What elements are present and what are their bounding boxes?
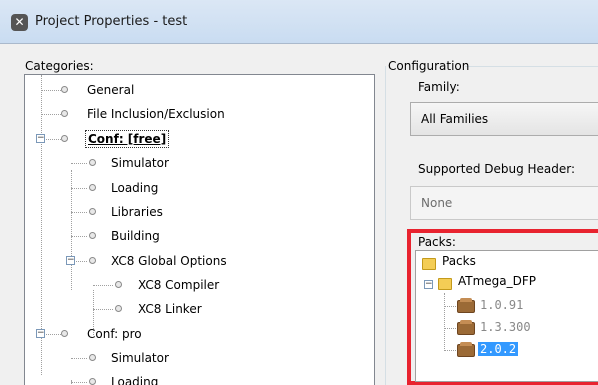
tree-item-xc8-linker[interactable]: XC8 Linker [25, 299, 365, 319]
window-title: Project Properties - test [35, 14, 188, 29]
tree-connector [71, 163, 87, 164]
debug-header-dropdown[interactable]: None [410, 186, 598, 220]
tree-item-label: XC8 Global Options [111, 254, 227, 268]
tree-connector [71, 188, 87, 189]
tree-item-general[interactable]: General [25, 80, 365, 100]
family-dropdown[interactable]: All Families [410, 102, 598, 136]
categories-label: Categories: [25, 59, 94, 73]
tree-connector [444, 306, 456, 307]
pack-version-3[interactable]: 2.0.2 [478, 342, 519, 356]
tree-item-file-inclusion[interactable]: File Inclusion/Exclusion [25, 104, 365, 124]
configuration-group-label: Configuration [388, 59, 470, 73]
tree-connector [41, 90, 61, 91]
bullet-icon [89, 232, 96, 239]
tree-item-label: XC8 Linker [138, 302, 202, 316]
collapse-icon[interactable]: − [36, 134, 45, 143]
bullet-icon [89, 159, 96, 166]
tree-connector [93, 309, 113, 310]
packs-root-label[interactable]: Packs [442, 254, 476, 268]
dialog-body: Categories: General File Inclusion/Exclu… [0, 45, 598, 385]
tree-item-libraries[interactable]: Libraries [25, 202, 365, 222]
tree-item-loading[interactable]: Loading [25, 178, 365, 198]
bullet-icon [89, 257, 96, 264]
tree-item-label: General [87, 83, 135, 97]
tree-item-loading-pro[interactable]: Loading [25, 372, 365, 385]
packs-tree[interactable]: Packs − ATmega_DFP 1.0.91 1.3.300 2.0.2 [415, 250, 598, 382]
tree-connector [41, 114, 61, 115]
tree-item-simulator-pro[interactable]: Simulator [25, 348, 365, 368]
tree-item-xc8-compiler[interactable]: XC8 Compiler [25, 275, 365, 295]
folder-icon [422, 258, 436, 270]
tree-connector [46, 139, 61, 140]
pack-version-1[interactable]: 1.0.91 [480, 298, 523, 312]
group-border [385, 66, 386, 385]
tree-item-conf-pro[interactable]: − Conf: pro [25, 324, 365, 344]
tree-item-building[interactable]: Building [25, 226, 365, 246]
bullet-icon [61, 110, 68, 117]
tree-connector [93, 285, 113, 286]
tree-item-xc8-global-options[interactable]: − XC8 Global Options [25, 251, 365, 271]
tree-item-label: Conf: [free] [85, 130, 170, 148]
tree-item-label: Simulator [111, 351, 169, 365]
tree-item-label: Loading [111, 375, 159, 385]
collapse-icon[interactable]: − [66, 256, 75, 265]
bullet-icon [89, 184, 96, 191]
tree-connector [444, 350, 456, 351]
tree-connector [76, 261, 87, 262]
tree-item-label: XC8 Compiler [138, 278, 220, 292]
debug-header-label: Supported Debug Header: [418, 162, 576, 176]
tree-item-label: Conf: pro [87, 327, 142, 341]
tree-item-label: Building [111, 229, 160, 243]
bullet-icon [61, 135, 68, 142]
pack-name-label[interactable]: ATmega_DFP [458, 274, 536, 288]
tree-item-simulator[interactable]: Simulator [25, 153, 365, 173]
tree-item-label: Simulator [111, 156, 169, 170]
tree-item-label: Loading [111, 181, 159, 195]
package-icon [457, 320, 475, 335]
package-icon [457, 298, 475, 313]
tree-connector [46, 334, 61, 335]
tree-connector [71, 358, 87, 359]
tree-connector [71, 382, 87, 383]
bullet-icon [115, 305, 122, 312]
folder-icon [438, 278, 452, 290]
family-label: Family: [418, 80, 460, 94]
collapse-icon[interactable]: − [424, 280, 433, 289]
categories-tree[interactable]: General File Inclusion/Exclusion − Conf:… [24, 74, 375, 385]
title-bar: ✕ Project Properties - test [0, 0, 598, 44]
app-logo-icon: ✕ [11, 14, 28, 31]
bullet-icon [115, 281, 122, 288]
packs-label: Packs: [418, 235, 456, 249]
tree-item-label: File Inclusion/Exclusion [87, 107, 225, 121]
tree-item-conf-free[interactable]: − Conf: [free] [25, 129, 365, 149]
bullet-icon [61, 330, 68, 337]
bullet-icon [89, 354, 96, 361]
tree-connector [71, 212, 87, 213]
bullet-icon [89, 208, 96, 215]
package-icon [457, 342, 475, 357]
tree-connector [71, 236, 87, 237]
configuration-panel: Configuration Family: All Families Suppo… [385, 45, 598, 385]
collapse-icon[interactable]: − [36, 329, 45, 338]
tree-connector [444, 328, 456, 329]
group-border [465, 66, 598, 67]
bullet-icon [89, 378, 96, 385]
pack-version-2[interactable]: 1.3.300 [480, 320, 531, 334]
tree-item-label: Libraries [111, 205, 163, 219]
tree-guide-line [444, 293, 445, 351]
bullet-icon [61, 86, 68, 93]
